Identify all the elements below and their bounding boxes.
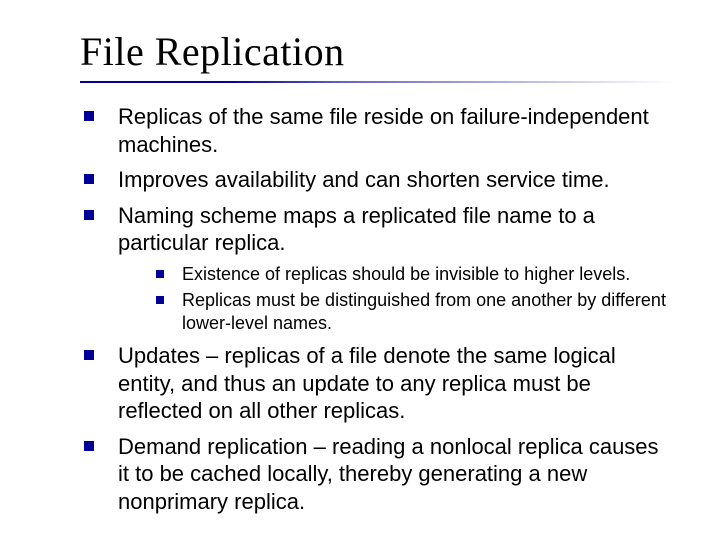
title-underline [80,81,672,83]
bullet-text: Improves availability and can shorten se… [118,167,610,192]
sub-bullet-text: Replicas must be distinguished from one … [182,290,666,333]
bullet-item: Demand replication – reading a nonlocal … [84,433,672,516]
sub-bullet-item: Existence of replicas should be invisibl… [156,263,672,286]
bullet-item: Replicas of the same file reside on fail… [84,103,672,158]
bullet-text: Demand replication – reading a nonlocal … [118,434,659,514]
sub-bullet-text: Existence of replicas should be invisibl… [182,264,630,284]
sub-bullet-list: Existence of replicas should be invisibl… [118,263,672,335]
bullet-item: Improves availability and can shorten se… [84,166,672,194]
slide-title: File Replication [80,28,672,75]
sub-bullet-item: Replicas must be distinguished from one … [156,289,672,334]
bullet-list: Replicas of the same file reside on fail… [80,103,672,515]
bullet-item: Naming scheme maps a replicated file nam… [84,202,672,335]
bullet-text: Updates – replicas of a file denote the … [118,343,616,423]
bullet-text: Naming scheme maps a replicated file nam… [118,203,595,256]
slide: File Replication Replicas of the same fi… [0,0,720,540]
bullet-item: Updates – replicas of a file denote the … [84,342,672,425]
bullet-text: Replicas of the same file reside on fail… [118,104,649,157]
